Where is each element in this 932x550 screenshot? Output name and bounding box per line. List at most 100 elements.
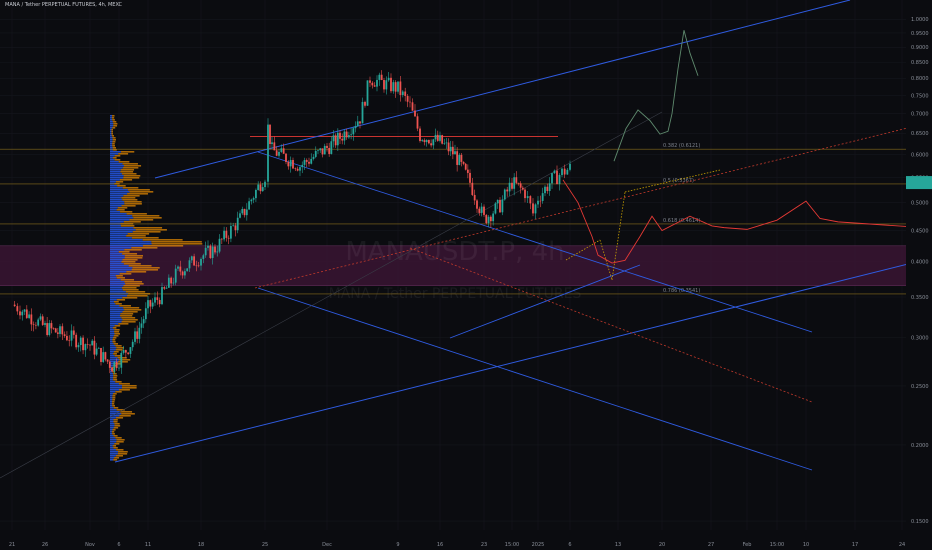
candle-body	[35, 324, 37, 326]
volume-row-up	[110, 145, 113, 147]
fib-label: 0.382 (0.6121)	[663, 143, 700, 149]
volume-row-up	[110, 425, 115, 427]
volume-row-up	[110, 175, 124, 177]
volume-row-up	[110, 255, 125, 257]
candle-body	[136, 331, 139, 339]
volume-row-up	[110, 125, 114, 127]
time-axis: 21 26 Nov 6 11 18 25 Dec 9 16 23 15:00 2025 6 13 20 27 Fe…	[0, 536, 932, 550]
volume-row-down	[113, 373, 117, 375]
volume-row-up	[110, 313, 121, 315]
volume-row-down	[111, 133, 113, 135]
volume-row-up	[110, 141, 113, 143]
volume-row-up	[110, 295, 127, 297]
volume-row-down	[113, 419, 118, 421]
candle-body	[186, 268, 189, 272]
time-tick-label: 23	[481, 542, 487, 548]
watermark-symbol: MANAUSDT.P, 4h	[345, 237, 564, 267]
volume-row-down	[128, 265, 152, 267]
volume-row-up	[110, 427, 114, 429]
volume-row-down	[115, 437, 122, 439]
volume-row-down	[112, 327, 117, 329]
candle-body	[317, 150, 319, 151]
candle-body	[551, 173, 553, 184]
volume-row-down	[112, 143, 115, 145]
candle-body	[197, 265, 200, 267]
volume-row-up	[110, 451, 119, 453]
candle-body	[563, 168, 566, 175]
volume-row-up	[110, 381, 116, 383]
volume-row-up	[110, 219, 130, 221]
candle-body	[225, 230, 228, 238]
candle-body	[385, 80, 388, 90]
candle-body	[569, 163, 571, 170]
volume-row-up	[110, 285, 124, 287]
candle-body	[170, 277, 173, 284]
candle-body	[68, 340, 71, 341]
volume-row-down	[123, 263, 141, 265]
candle-body	[250, 199, 253, 202]
price-tick-label: 0.2500	[911, 384, 929, 390]
volume-row-up	[110, 151, 121, 153]
candle-body	[30, 314, 33, 325]
volume-row-down	[114, 355, 121, 357]
price-tick-label: 0.6000	[911, 152, 929, 158]
candle-body	[336, 132, 339, 146]
price-chart[interactable]: MANAUSDT.P, 4h MANA / Tether PERPETUAL F…	[0, 0, 932, 550]
volume-row-up	[110, 137, 113, 139]
candle-body	[350, 134, 353, 136]
volume-row-up	[110, 331, 115, 333]
volume-row-down	[112, 115, 115, 117]
volume-row-up	[110, 163, 123, 165]
volume-row-up	[110, 159, 115, 161]
candle-body	[52, 328, 55, 329]
volume-row-up	[110, 399, 113, 401]
volume-row-down	[116, 439, 125, 441]
candle-body	[118, 367, 120, 369]
candle-body	[471, 182, 474, 195]
volume-row-up	[110, 169, 121, 171]
volume-row-up	[110, 167, 123, 169]
volume-row-down	[122, 311, 138, 313]
volume-row-down	[113, 421, 118, 423]
candle-body	[89, 344, 91, 346]
volume-row-down	[111, 117, 115, 119]
price-tick-label: 1.0000	[911, 17, 929, 23]
candle-body	[445, 142, 448, 144]
volume-row-up	[110, 251, 119, 253]
candle-body	[220, 238, 223, 240]
volume-row-down	[120, 279, 135, 281]
candle-body	[305, 160, 308, 162]
time-tick-label: 2025	[532, 542, 545, 548]
volume-row-up	[110, 171, 121, 173]
candle-body	[13, 304, 16, 307]
time-tick-label: 13	[615, 542, 621, 548]
volume-row-down	[115, 455, 124, 457]
candle-body	[323, 145, 326, 155]
volume-row-down	[131, 269, 159, 271]
volume-row-down	[112, 395, 116, 397]
volume-row-up	[110, 135, 112, 137]
candle-body	[102, 352, 105, 362]
volume-row-up	[110, 261, 122, 263]
candle-body	[308, 161, 310, 164]
volume-row-down	[124, 255, 143, 257]
volume-row-down	[126, 213, 147, 215]
time-tick-label: Dec	[322, 542, 332, 548]
volume-row-down	[120, 171, 134, 173]
volume-row-down	[127, 233, 150, 235]
volume-row-down	[123, 175, 141, 177]
volume-row-down	[112, 337, 117, 339]
candle-body	[23, 309, 26, 312]
volume-row-down	[123, 165, 142, 167]
volume-row-down	[142, 245, 184, 247]
volume-row-up	[110, 343, 114, 345]
candle-body	[321, 148, 324, 155]
fib-label: 0.5 (0.5367)	[663, 178, 694, 184]
candle-body	[541, 193, 544, 201]
volume-row-up	[110, 117, 112, 119]
candle-body	[257, 184, 260, 190]
candle-body	[341, 138, 344, 141]
volume-row-up	[110, 341, 113, 343]
candle-body	[356, 121, 359, 127]
candle-body	[441, 135, 444, 144]
